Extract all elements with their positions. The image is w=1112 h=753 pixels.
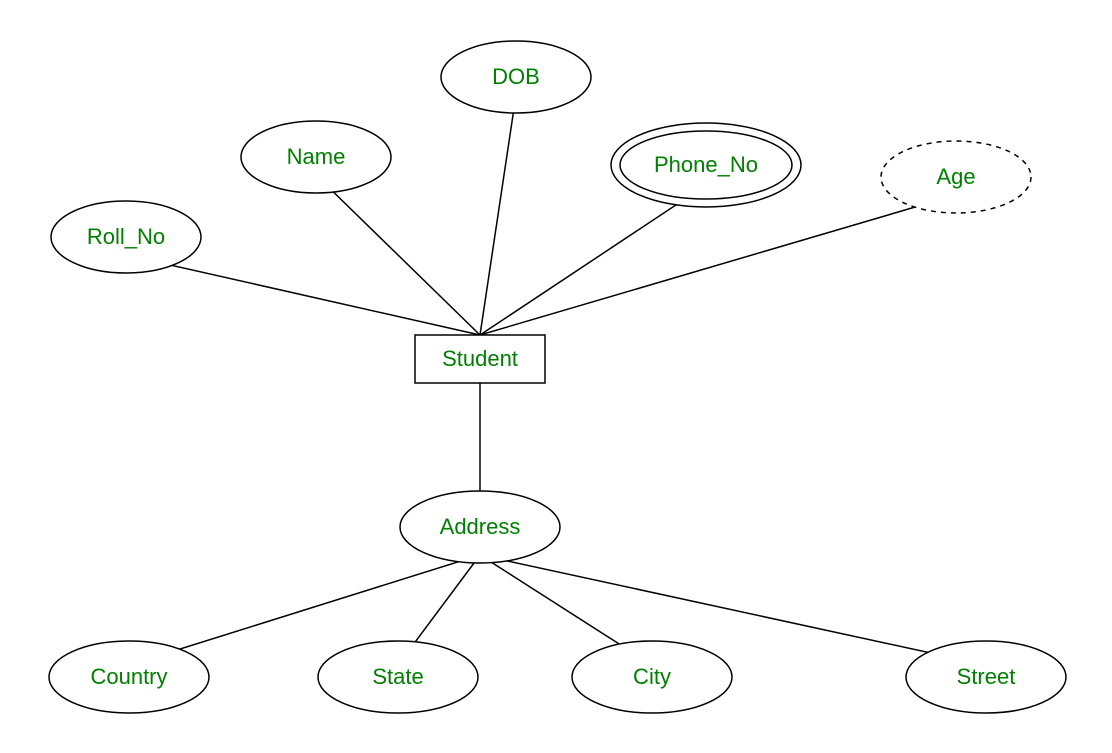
edge-student-rollno [126, 255, 480, 335]
attribute-dob-label: DOB [492, 64, 540, 90]
attribute-state-label: State [372, 664, 423, 690]
edge-student-phone [480, 185, 706, 335]
attribute-roll-no-label: Roll_No [87, 224, 165, 250]
attribute-street-label: Street [957, 664, 1016, 690]
edge-student-dob [480, 95, 516, 335]
attribute-address-label: Address [440, 514, 521, 540]
attribute-name-label: Name [287, 144, 346, 170]
attribute-city-label: City [633, 664, 671, 690]
attribute-age-label: Age [936, 164, 975, 190]
edge-student-name [316, 175, 480, 335]
entity-student-label: Student [442, 346, 518, 372]
attribute-phone-label: Phone_No [654, 152, 758, 178]
edge-address-street [480, 555, 986, 665]
attribute-country-label: Country [90, 664, 167, 690]
edge-student-age [480, 195, 956, 335]
er-diagram-canvas [0, 0, 1112, 753]
